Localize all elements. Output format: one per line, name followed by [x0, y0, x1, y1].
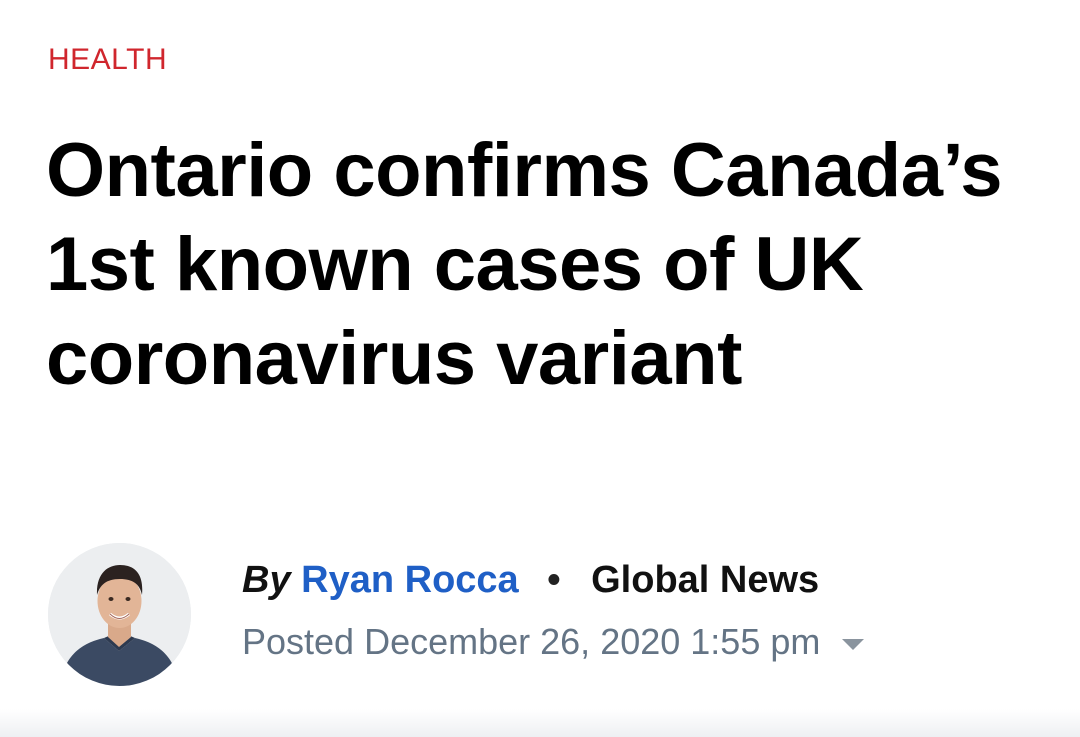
- article-header: HEALTH Ontario confirms Canada’s 1st kno…: [0, 0, 1080, 737]
- news-source: Global News: [591, 559, 820, 601]
- chevron-down-icon[interactable]: [842, 638, 865, 650]
- posted-row: Posted December 26, 2020 1:55 pm: [242, 619, 865, 665]
- byline-by: By: [242, 559, 291, 601]
- byline-separator: •: [547, 559, 561, 601]
- posted-timestamp: Posted December 26, 2020 1:55 pm: [242, 621, 821, 662]
- author-avatar[interactable]: [48, 543, 191, 686]
- author-photo: [48, 543, 191, 686]
- byline: By Ryan Rocca • Global News: [242, 557, 819, 603]
- article-headline: Ontario confirms Canada’s 1st known case…: [46, 128, 1003, 401]
- category-link[interactable]: HEALTH: [48, 42, 167, 78]
- author-link[interactable]: Ryan Rocca: [301, 559, 519, 601]
- byline-section: By Ryan Rocca • Global News Posted Decem…: [48, 543, 1048, 689]
- bottom-divider-shadow: [0, 709, 1080, 737]
